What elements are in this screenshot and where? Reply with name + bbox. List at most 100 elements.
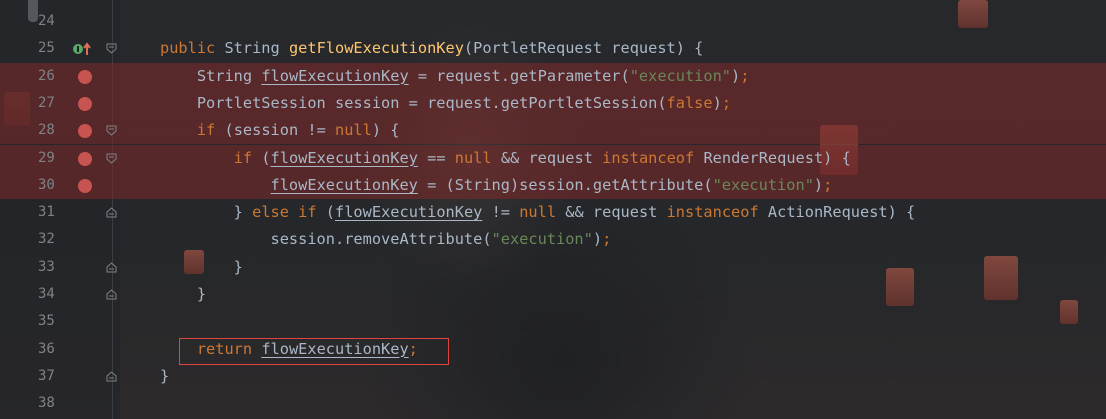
line-number[interactable]: 38 [38, 390, 68, 417]
code-line[interactable]: 26 String flowExecutionKey = request.get… [0, 63, 1106, 90]
breakpoint-icon[interactable] [78, 96, 92, 111]
code-token: null [519, 203, 566, 222]
breakpoint-icon[interactable] [78, 69, 92, 84]
code-text[interactable]: String flowExecutionKey = request.getPar… [160, 63, 750, 90]
line-number[interactable]: 24 [38, 8, 68, 35]
code-text[interactable]: if (flowExecutionKey == null && request … [160, 145, 851, 172]
code-text[interactable]: PortletSession session = request.getPort… [160, 90, 731, 117]
code-token: RenderRequest) { [703, 148, 851, 167]
code-token: != [482, 203, 520, 222]
code-text[interactable]: } [160, 363, 169, 390]
code-token: ( [325, 203, 336, 222]
code-token: = request.getParameter( [408, 66, 630, 85]
line-number[interactable]: 25 [38, 35, 68, 62]
code-token: instanceof [666, 203, 768, 222]
code-text[interactable]: if (session != null) { [160, 117, 400, 144]
code-token: ) { [371, 121, 400, 140]
code-token: null [335, 121, 372, 140]
code-text[interactable]: session.removeAttribute("execution"); [160, 226, 612, 253]
code-line[interactable]: 38 [0, 390, 1106, 417]
line-number[interactable]: 31 [38, 199, 68, 226]
line-number[interactable]: 35 [38, 308, 68, 335]
line-number[interactable]: 27 [38, 90, 68, 117]
code-text[interactable]: } else if (flowExecutionKey != null && r… [160, 199, 916, 226]
code-token: if [233, 148, 262, 167]
code-line[interactable]: 30 flowExecutionKey = (String)session.ge… [0, 172, 1106, 199]
override-marker-icon[interactable] [72, 41, 94, 57]
code-token: else if [252, 203, 326, 222]
line-number[interactable]: 28 [38, 117, 68, 144]
code-line[interactable]: 36 return flowExecutionKey; [0, 336, 1106, 363]
code-line[interactable]: 29 if (flowExecutionKey == null && reque… [0, 145, 1106, 172]
code-token: "execution" [629, 66, 732, 85]
code-line[interactable]: 28 if (session != null) { [0, 117, 1106, 144]
code-token: public [160, 39, 225, 58]
code-line[interactable]: 24 [0, 8, 1106, 35]
code-editor[interactable]: 24 25 public String getFlowExecutionKey(Po… [0, 0, 1106, 419]
code-line[interactable]: 31 } else if (flowExecutionKey != null &… [0, 199, 1106, 226]
code-token: ; [721, 93, 732, 112]
breakpoint-icon[interactable] [78, 178, 92, 193]
fold-icon[interactable] [106, 262, 117, 273]
fold-icon[interactable] [106, 371, 117, 382]
code-token: getFlowExecutionKey [288, 39, 464, 58]
code-text[interactable]: flowExecutionKey = (String)session.getAt… [160, 172, 833, 199]
code-token: == [417, 148, 455, 167]
fold-icon[interactable] [106, 289, 117, 300]
code-token: && request [565, 203, 667, 222]
code-text[interactable]: } [160, 281, 206, 308]
code-token: ) [731, 66, 741, 85]
fold-icon[interactable] [106, 153, 117, 164]
line-number[interactable]: 29 [38, 145, 68, 172]
code-token: } [160, 257, 243, 276]
fold-icon[interactable] [106, 125, 117, 136]
code-line[interactable]: 27 PortletSession session = request.getP… [0, 90, 1106, 117]
code-text[interactable]: public String getFlowExecutionKey(Portle… [160, 35, 703, 62]
code-token: (PortletRequest request) { [463, 39, 704, 58]
code-token: flowExecutionKey [261, 66, 409, 85]
fold-icon[interactable] [106, 207, 117, 218]
code-line[interactable]: 37} [0, 363, 1106, 390]
code-text[interactable]: } [160, 254, 243, 281]
code-token: String [224, 39, 289, 58]
code-token: session.removeAttribute( [160, 230, 492, 249]
code-token: ) [592, 230, 603, 249]
code-line[interactable]: 25 public String getFlowExecutionKey(Port… [0, 35, 1106, 62]
line-number[interactable]: 37 [38, 363, 68, 390]
code-line[interactable]: 35 [0, 308, 1106, 335]
line-number[interactable]: 32 [38, 226, 68, 253]
code-token: "execution" [712, 175, 814, 194]
line-number[interactable]: 36 [38, 336, 68, 363]
code-token: } [160, 366, 170, 385]
code-token: PortletSession session = request.getPort… [160, 93, 667, 112]
code-line[interactable]: 33 } [0, 254, 1106, 281]
code-token: ActionRequest) { [767, 203, 916, 222]
line-number[interactable]: 30 [38, 172, 68, 199]
code-line[interactable]: 34 } [0, 281, 1106, 308]
code-token: instanceof [602, 148, 704, 167]
code-token: && request [500, 148, 603, 167]
code-token: String [160, 66, 262, 85]
code-token: ; [740, 66, 750, 85]
breakpoint-icon[interactable] [78, 124, 92, 139]
code-token: ( [261, 148, 271, 167]
code-token: flowExecutionKey [270, 175, 418, 194]
code-token: } [160, 285, 207, 303]
code-token: ) [712, 93, 722, 112]
line-number[interactable]: 34 [38, 281, 68, 308]
code-token: "execution" [491, 230, 593, 249]
line-number[interactable]: 26 [38, 63, 68, 90]
code-token: (session != [224, 121, 335, 140]
code-token: ; [823, 175, 833, 194]
fold-icon[interactable] [106, 43, 117, 54]
code-token: flowExecutionKey [270, 148, 418, 167]
code-line[interactable]: 32 session.removeAttribute("execution"); [0, 226, 1106, 253]
breakpoint-icon[interactable] [78, 151, 92, 166]
code-token: ) [813, 175, 824, 194]
line-number[interactable]: 33 [38, 254, 68, 281]
code-token: false [666, 93, 713, 112]
code-token: if [196, 121, 225, 140]
